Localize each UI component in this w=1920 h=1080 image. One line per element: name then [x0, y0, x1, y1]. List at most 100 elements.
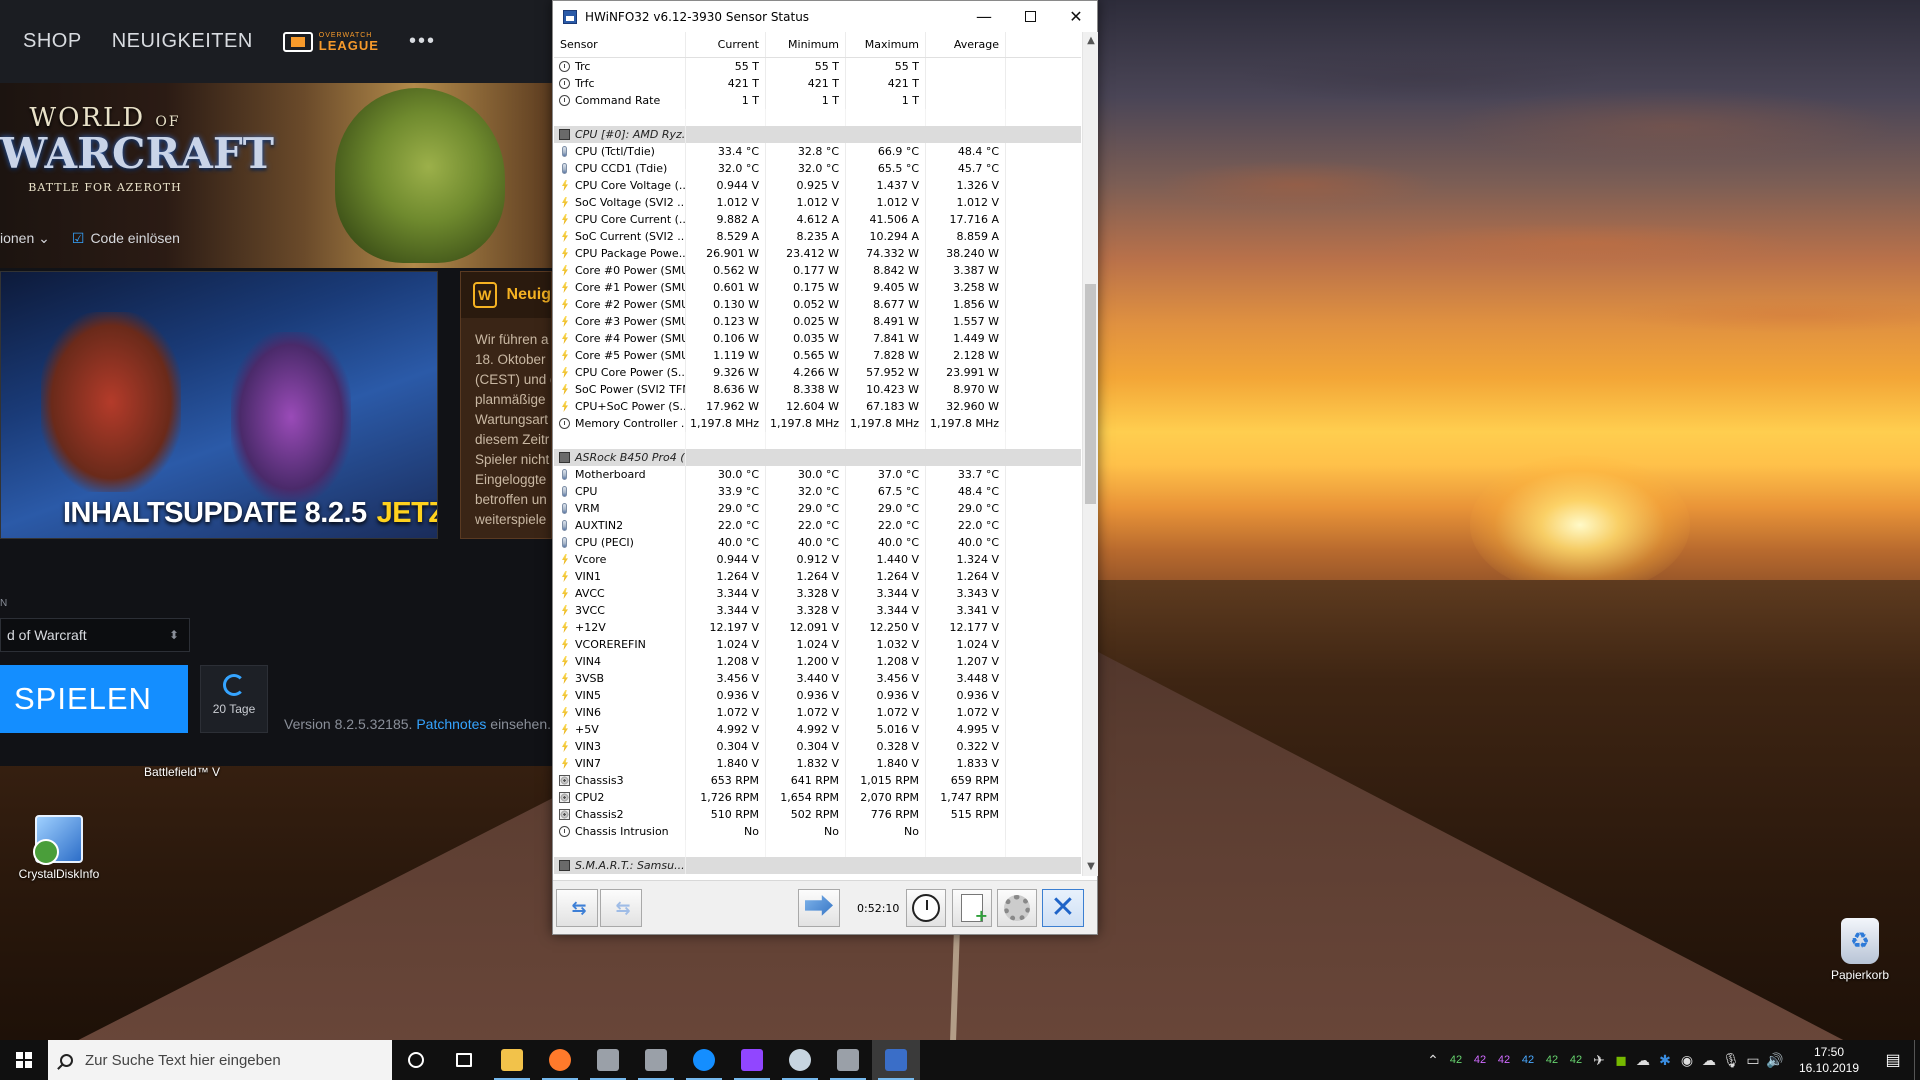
sensor-row[interactable]: CPU CCD1 (Tdie) 32.0 °C 32.0 °C 65.5 °C 45.7… [554, 160, 1081, 177]
sensor-row[interactable]: CPU Core Power (S... 9.326 W 4.266 W 57.952… [554, 364, 1081, 381]
scroll-down-icon[interactable]: ▼ [1083, 858, 1099, 876]
settings-button[interactable] [997, 889, 1037, 927]
nav-news[interactable]: NEUIGKEITEN [112, 30, 253, 53]
nav-more-button[interactable]: ••• [409, 30, 436, 53]
close-sensors-button[interactable]: ✕ [1042, 889, 1084, 927]
options-link[interactable]: ionen ⌄ [0, 230, 50, 247]
sensor-group-row[interactable]: CPU [#0]: AMD Ryz... [554, 126, 1081, 143]
taskbar-app-button[interactable] [728, 1040, 776, 1080]
show-desktop-button[interactable] [1914, 1040, 1920, 1080]
network-button[interactable] [798, 889, 840, 927]
start-button[interactable] [0, 1040, 48, 1080]
column-header[interactable]: Current [686, 32, 766, 57]
navigate-layout-button[interactable]: ⇆ [600, 889, 642, 927]
sensor-row[interactable]: Chassis3 653 RPM 641 RPM 1,015 RPM 659 RPM [554, 772, 1081, 789]
tray-sensor-value[interactable]: 42 [1492, 1054, 1516, 1066]
sensor-row[interactable]: Memory Controller ... 1,197.8 MHz 1,197.8 … [554, 415, 1081, 432]
tray-sensor-value[interactable]: 42 [1444, 1054, 1468, 1066]
sensor-row[interactable]: Trfc 421 T 421 T 421 T [554, 75, 1081, 92]
sensor-row[interactable]: +12V 12.197 V 12.091 V 12.250 V 12.177 V [554, 619, 1081, 636]
maximize-button[interactable] [1007, 1, 1053, 32]
column-header[interactable]: Sensor [554, 32, 686, 57]
tray-sensor-value[interactable]: 42 [1516, 1054, 1540, 1066]
sensor-row[interactable]: Core #0 Power (SMU) 0.562 W 0.177 W 8.842 W… [554, 262, 1081, 279]
sensor-row[interactable]: 3VSB 3.456 V 3.440 V 3.456 V 3.448 V [554, 670, 1081, 687]
taskbar-app-button[interactable] [824, 1040, 872, 1080]
sensor-row[interactable]: AUXTIN2 22.0 °C 22.0 °C 22.0 °C 22.0 °C [554, 517, 1081, 534]
sensor-row[interactable]: VIN1 1.264 V 1.264 V 1.264 V 1.264 V [554, 568, 1081, 585]
vertical-scrollbar[interactable]: ▲ ▼ [1082, 32, 1098, 876]
steam-tray-icon[interactable]: ◉ [1676, 1040, 1698, 1080]
sensor-group-row[interactable]: ASRock B450 Pro4 (... [554, 449, 1081, 466]
sensor-row[interactable]: CPU Package Powe... 26.901 W 23.412 W 74.33… [554, 245, 1081, 262]
nvidia-icon[interactable]: ◼ [1610, 1040, 1632, 1080]
sensor-row[interactable]: VCOREREFIN 1.024 V 1.024 V 1.032 V 1.024 V [554, 636, 1081, 653]
microphone-icon[interactable]: 🎙 [1720, 1040, 1742, 1080]
sensor-row[interactable]: VRM 29.0 °C 29.0 °C 29.0 °C 29.0 °C [554, 500, 1081, 517]
desktop-icon-recycle-bin[interactable]: Papierkorb [1815, 918, 1905, 982]
chevron-up-icon[interactable]: ⌃ [1422, 1040, 1444, 1080]
sensor-row[interactable]: CPU Core Current (... 9.882 A 4.612 A 41.50… [554, 211, 1081, 228]
sensor-row[interactable]: CPU Core Voltage (... 0.944 V 0.925 V 1.437… [554, 177, 1081, 194]
taskbar-app-button[interactable] [680, 1040, 728, 1080]
taskbar-search[interactable]: Zur Suche Text hier eingeben [48, 1040, 392, 1080]
sensor-row[interactable]: Vcore 0.944 V 0.912 V 1.440 V 1.324 V [554, 551, 1081, 568]
sensor-row[interactable]: 3VCC 3.344 V 3.328 V 3.344 V 3.341 V [554, 602, 1081, 619]
sensor-row[interactable]: Core #2 Power (SMU) 0.130 W 0.052 W 8.677 W… [554, 296, 1081, 313]
sensor-row[interactable]: Core #1 Power (SMU) 0.601 W 0.175 W 9.405 W… [554, 279, 1081, 296]
patch-notes-link[interactable]: Patchnotes [416, 716, 486, 732]
taskbar-app-button[interactable] [536, 1040, 584, 1080]
sensor-row[interactable]: Core #5 Power (SMU) 1.119 W 0.565 W 7.828 W… [554, 347, 1081, 364]
sensor-row[interactable]: +5V 4.992 V 4.992 V 5.016 V 4.995 V [554, 721, 1081, 738]
title-bar[interactable]: HWiNFO32 v6.12-3930 Sensor Status — ✕ [553, 1, 1097, 32]
sensor-row[interactable]: SoC Voltage (SVI2 ... 1.012 V 1.012 V 1.012… [554, 194, 1081, 211]
sensor-row[interactable]: Command Rate 1 T1 T1 T [554, 92, 1081, 109]
sensor-row[interactable]: Core #4 Power (SMU) 0.106 W 0.035 W 7.841 W… [554, 330, 1081, 347]
game-time-box[interactable]: 20 Tage [200, 665, 268, 733]
volume-icon[interactable]: 🔊 [1764, 1040, 1786, 1080]
taskbar-app-button[interactable] [632, 1040, 680, 1080]
nav-overwatch-league[interactable]: OVERWATCH LEAGUE [282, 31, 379, 52]
sensor-row[interactable]: Core #3 Power (SMU) 0.123 W 0.025 W 8.491 W… [554, 313, 1081, 330]
sensor-row[interactable]: CPU (PECI) 40.0 °C 40.0 °C 40.0 °C 40.0 °C [554, 534, 1081, 551]
tray-icon[interactable]: ✈ [1588, 1040, 1610, 1080]
sensor-row[interactable]: AVCC 3.344 V 3.328 V 3.344 V 3.343 V [554, 585, 1081, 602]
sensor-row[interactable]: CPU+SoC Power (S... 17.962 W 12.604 W 67.18… [554, 398, 1081, 415]
scroll-thumb[interactable] [1085, 284, 1096, 504]
tray-sensor-value[interactable]: 42 [1540, 1054, 1564, 1066]
sensor-row[interactable]: Chassis2 510 RPM 502 RPM 776 RPM 515 RPM [554, 806, 1081, 823]
taskbar-clock[interactable]: 17:50 16.10.2019 [1786, 1044, 1872, 1076]
tray-sensor-value[interactable]: 42 [1564, 1054, 1588, 1066]
desktop-icon-crystaldiskinfo[interactable]: CrystalDiskInfo [14, 815, 104, 881]
play-button[interactable]: SPIELEN [0, 665, 188, 733]
redeem-code-link[interactable]: ☑ Code einlösen [72, 230, 180, 247]
column-header[interactable]: Maximum [846, 32, 926, 57]
game-version-select[interactable]: d of Warcraft ⬍ [0, 618, 190, 652]
reset-timer-button[interactable] [906, 889, 946, 927]
taskbar-app-button[interactable] [440, 1040, 488, 1080]
taskbar-app-button[interactable] [488, 1040, 536, 1080]
sensor-row[interactable]: VIN5 0.936 V 0.936 V 0.936 V 0.936 V [554, 687, 1081, 704]
nav-shop[interactable]: SHOP [23, 30, 82, 53]
news-panel[interactable]: W Neuig Wir führen a 18. Oktober (CEST) un… [460, 271, 552, 539]
close-button[interactable]: ✕ [1053, 1, 1099, 32]
bluetooth-icon[interactable]: ✱ [1654, 1040, 1676, 1080]
taskbar-app-button[interactable] [872, 1040, 920, 1080]
sensor-row[interactable]: CPU2 1,726 RPM 1,654 RPM 2,070 RPM 1,747 RPM [554, 789, 1081, 806]
taskbar-app-button[interactable] [584, 1040, 632, 1080]
taskbar-app-button[interactable] [392, 1040, 440, 1080]
tray-sensor-value[interactable]: 42 [1468, 1054, 1492, 1066]
sensor-row[interactable]: Chassis Intrusion No No No [554, 823, 1081, 840]
tray-icon[interactable]: ☁ [1632, 1040, 1654, 1080]
taskbar-app-button[interactable] [776, 1040, 824, 1080]
minimize-button[interactable]: — [961, 1, 1007, 32]
sensor-row[interactable]: VIN6 1.072 V 1.072 V 1.072 V 1.072 V [554, 704, 1081, 721]
sensor-row[interactable]: SoC Current (SVI2 ... 8.529 A 8.235 A 10.29… [554, 228, 1081, 245]
update-banner[interactable]: INHALTSUPDATE 8.2.5 JETZT LIVE [0, 271, 438, 539]
navigate-button[interactable]: ⇆ [556, 889, 598, 927]
logging-button[interactable] [952, 889, 992, 927]
sensor-row[interactable]: VIN7 1.840 V 1.832 V 1.840 V 1.833 V [554, 755, 1081, 772]
sensor-row[interactable]: CPU (Tctl/Tdie) 33.4 °C 32.8 °C 66.9 °C 48.4… [554, 143, 1081, 160]
sensor-row[interactable]: VIN3 0.304 V 0.304 V 0.328 V 0.322 V [554, 738, 1081, 755]
sensor-row[interactable]: Motherboard 30.0 °C 30.0 °C 37.0 °C 33.7 °C [554, 466, 1081, 483]
